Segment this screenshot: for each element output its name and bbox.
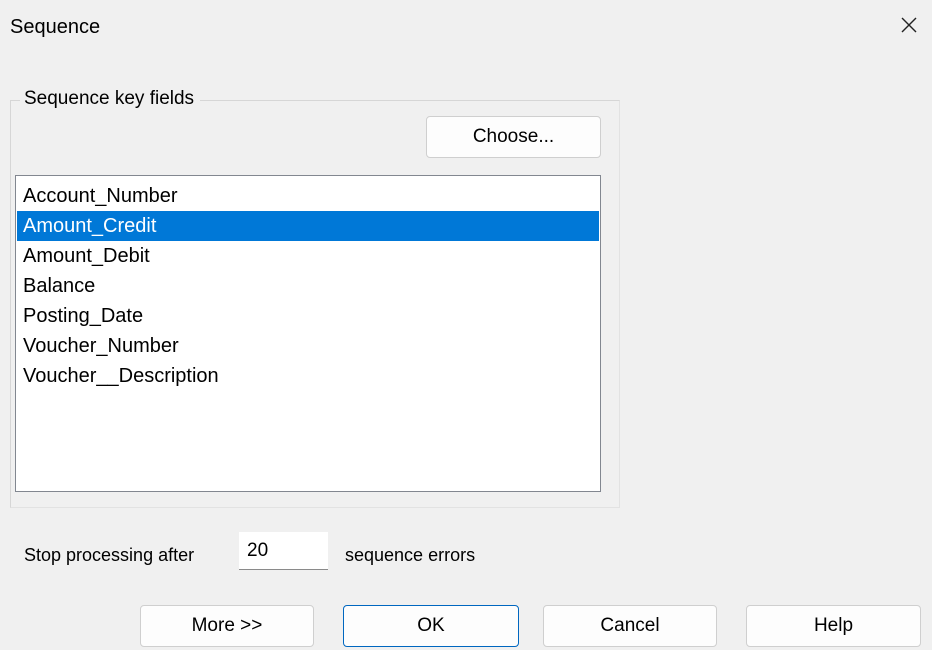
help-button[interactable]: Help	[746, 605, 921, 647]
list-item[interactable]: Account_Number	[17, 181, 599, 211]
choose-button[interactable]: Choose...	[426, 116, 601, 158]
stop-processing-label: Stop processing after	[24, 545, 195, 565]
list-item[interactable]: Amount_Credit	[17, 211, 599, 241]
sequence-errors-label: sequence errors	[345, 545, 476, 565]
error-limit-input[interactable]	[239, 532, 328, 570]
list-item[interactable]: Balance	[17, 271, 599, 301]
cancel-button[interactable]: Cancel	[543, 605, 717, 647]
key-fields-listbox[interactable]: Account_Number Amount_Credit Amount_Debit B…	[15, 175, 601, 492]
close-button[interactable]	[892, 8, 926, 42]
list-item[interactable]: Amount_Debit	[17, 241, 599, 271]
ok-button[interactable]: OK	[343, 605, 519, 647]
more-button[interactable]: More >>	[140, 605, 314, 647]
list-item[interactable]: Voucher__Description	[17, 361, 599, 391]
key-fields-group-label: Sequence key fields	[20, 88, 201, 110]
close-icon	[901, 17, 917, 33]
dialog-title: Sequence	[10, 16, 101, 38]
list-item[interactable]: Posting_Date	[17, 301, 599, 331]
list-item[interactable]: Voucher_Number	[17, 331, 599, 361]
